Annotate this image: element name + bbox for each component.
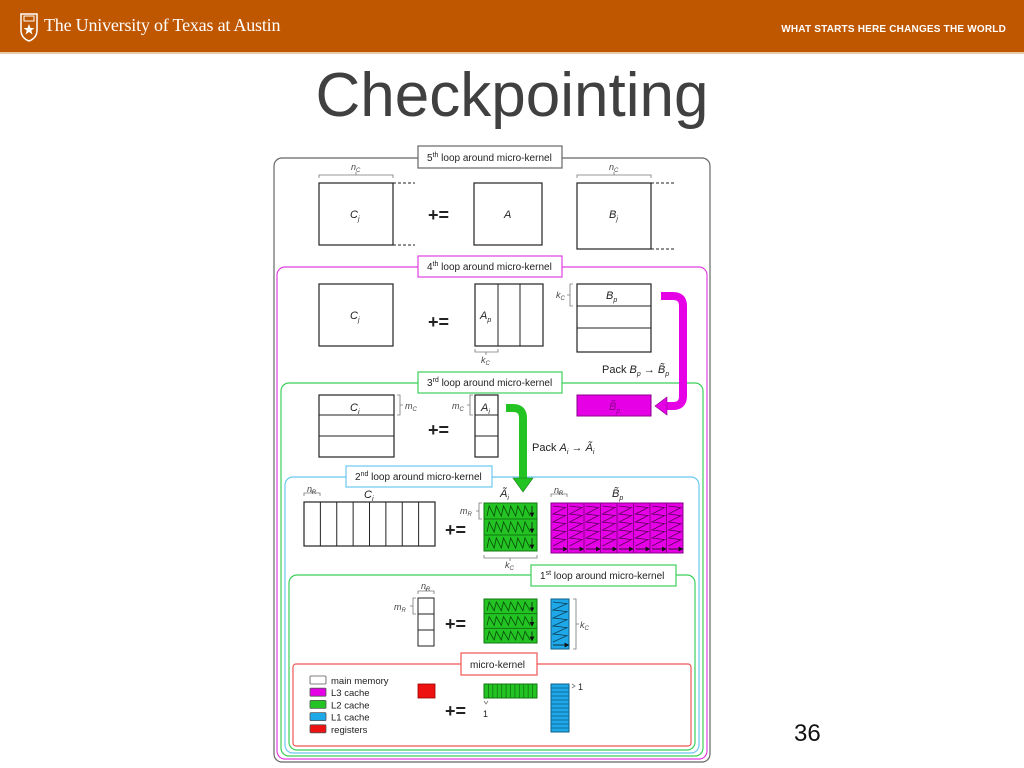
legend-item: L1 cache xyxy=(309,712,370,724)
loop4-label: 4th loop around micro-kernel xyxy=(417,255,563,278)
pack-a-arrow-icon xyxy=(506,404,527,478)
legend-swatch xyxy=(309,675,327,685)
svg-text:micro-kernel: micro-kernel xyxy=(470,660,525,671)
matrix-Ci-columns: nR Ci xyxy=(303,484,436,547)
svg-text:B̃p: B̃p xyxy=(612,487,623,502)
legend: main memoryL3 cacheL2 cache L1 cacheregis… xyxy=(309,675,389,736)
matrix-Cj-5: Cj nC xyxy=(318,162,415,246)
legend-swatch xyxy=(309,700,327,709)
svg-text:Ãi: Ãi xyxy=(499,487,509,502)
matrix-Bj-5: Bj nC xyxy=(576,162,675,250)
svg-text:Ci: Ci xyxy=(364,489,374,503)
legend-swatch xyxy=(309,712,327,721)
svg-text:kC: kC xyxy=(505,560,515,572)
matrix-Ai-panels: Ai mC xyxy=(452,394,499,458)
matrix-A-5: A xyxy=(473,182,543,246)
svg-text:nR: nR xyxy=(554,485,564,497)
pack-b-label: Pack Bp → B̃p xyxy=(602,363,669,378)
svg-text:mC: mC xyxy=(405,401,418,413)
legend-item: registers xyxy=(309,724,368,736)
micro-kernel-label: micro-kernel xyxy=(460,652,538,676)
packed-Btilde-p: B̃p xyxy=(576,394,652,417)
packed-Atilde-i-1 xyxy=(483,598,538,644)
matrix-Ap-panels: Ap kC xyxy=(474,283,544,367)
svg-text:2nd loop around micro-kernel: 2nd loop around micro-kernel xyxy=(355,471,482,483)
pack-b-arrowhead-icon xyxy=(654,396,668,416)
svg-text:nC: nC xyxy=(351,162,361,174)
legend-label: main memory xyxy=(331,676,389,687)
svg-text:1: 1 xyxy=(578,682,583,692)
svg-text:mR: mR xyxy=(460,506,473,518)
svg-text:A: A xyxy=(503,209,511,221)
op-plus-equals: += xyxy=(445,520,466,540)
blis-loop-diagram: 5th loop around micro-kernel 4th loop ar… xyxy=(273,145,711,763)
svg-text:nC: nC xyxy=(609,162,619,174)
legend-label: registers xyxy=(331,725,368,736)
matrix-Bp-panels: Bp kC xyxy=(556,283,652,353)
op-plus-equals: += xyxy=(445,701,466,721)
micro-panel-B-L1: kC xyxy=(550,598,590,650)
matrix-Cj-4: Cj xyxy=(318,283,394,347)
matrix-Ci-panels: Ci mC xyxy=(318,394,418,458)
svg-text:1st loop around micro-kernel: 1st loop around micro-kernel xyxy=(540,570,664,582)
svg-text:nR: nR xyxy=(307,484,317,496)
op-plus-equals: += xyxy=(428,205,449,225)
legend-swatch xyxy=(309,724,327,734)
pack-a-arrowhead-icon xyxy=(512,477,534,493)
svg-text:kC: kC xyxy=(556,290,566,302)
register-block xyxy=(417,683,436,699)
op-plus-equals: += xyxy=(428,312,449,332)
svg-text:5th loop around micro-kernel: 5th loop around micro-kernel xyxy=(427,152,552,164)
legend-item: L2 cache xyxy=(309,700,370,711)
legend-item: L3 cache xyxy=(309,687,370,699)
micro-row-A-L2: 1 xyxy=(483,683,538,719)
svg-text:4th loop around micro-kernel: 4th loop around micro-kernel xyxy=(427,261,552,273)
svg-text:kC: kC xyxy=(580,620,590,632)
loop1-label: 1st loop around micro-kernel xyxy=(530,564,677,587)
svg-text:mC: mC xyxy=(452,401,465,413)
svg-text:3rd loop around micro-kernel: 3rd loop around micro-kernel xyxy=(427,377,552,389)
legend-item: main memory xyxy=(309,675,389,687)
svg-text:mR: mR xyxy=(394,602,407,614)
loop3-label: 3rd loop around micro-kernel xyxy=(417,371,563,394)
legend-swatch xyxy=(309,687,327,697)
micro-tile-C: nR mR xyxy=(394,581,435,647)
op-plus-equals: += xyxy=(445,614,466,634)
loop2-label: 2nd loop around micro-kernel xyxy=(345,465,493,488)
packed-Btilde-p-columns: nR B̃p xyxy=(550,485,684,554)
loop5-label: 5th loop around micro-kernel xyxy=(417,145,563,169)
packed-Atilde-i: Ãi mR kC xyxy=(460,487,538,572)
page-number: 36 xyxy=(794,720,821,747)
op-plus-equals: += xyxy=(428,420,449,440)
legend-label: L1 cache xyxy=(331,713,370,724)
svg-text:kC: kC xyxy=(481,355,491,367)
legend-label: L3 cache xyxy=(331,688,370,699)
pack-a-label: Pack Ai → Ãi xyxy=(532,441,595,456)
pack-b-arrow-icon xyxy=(661,292,687,410)
svg-text:1: 1 xyxy=(483,709,488,719)
legend-label: L2 cache xyxy=(331,700,370,711)
micro-col-B-L1: 1 xyxy=(550,682,583,733)
